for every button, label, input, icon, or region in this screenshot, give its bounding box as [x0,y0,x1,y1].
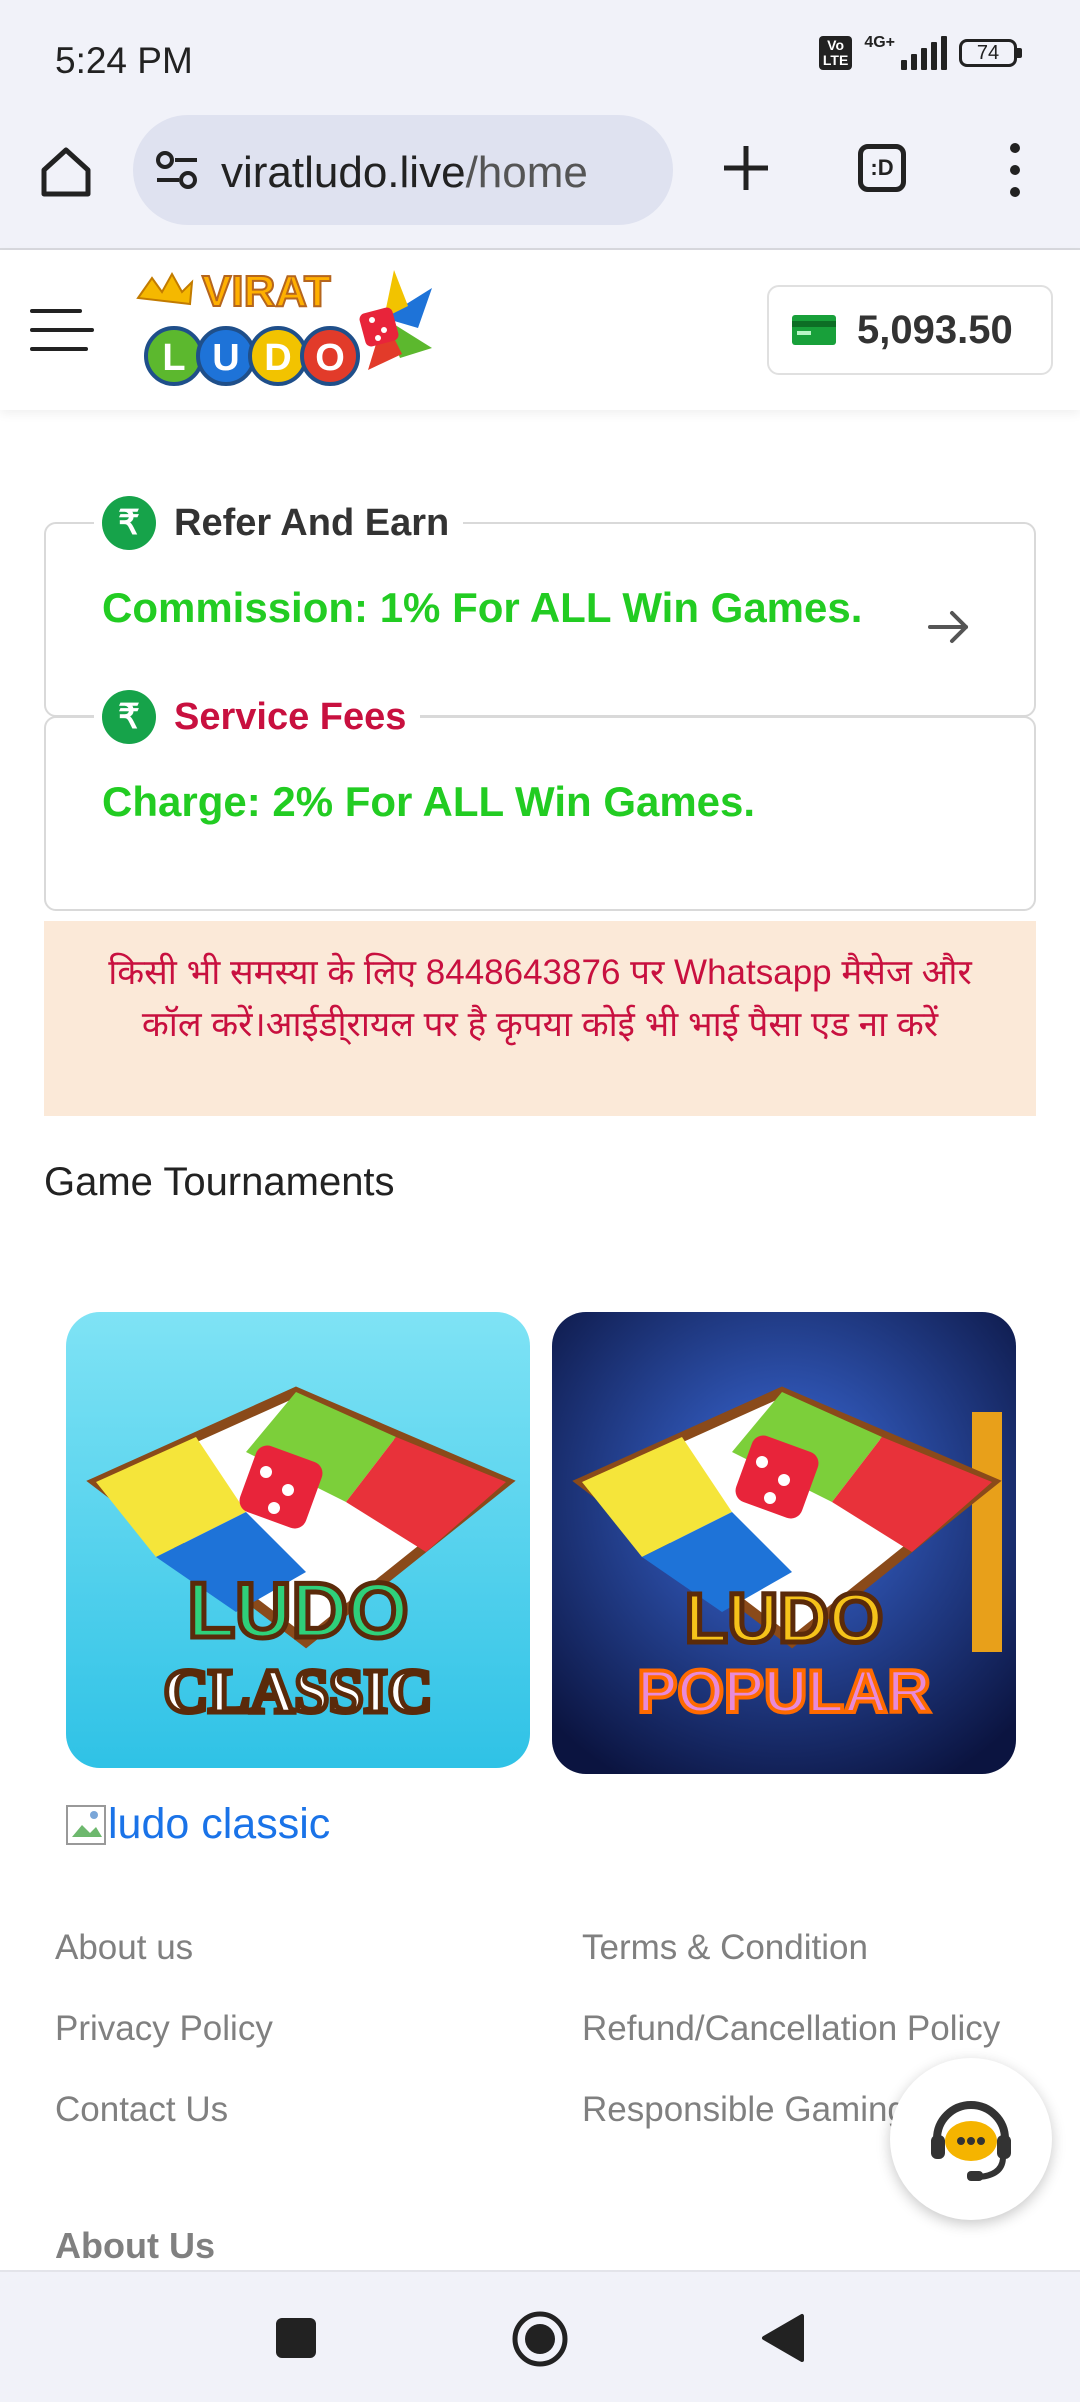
logo-pieces [359,270,432,370]
section-title: Game Tournaments [44,1160,395,1204]
tabs-icon[interactable]: :D [858,144,906,192]
ludo-classic-tile[interactable]: LUDO CLASSIC [66,1312,530,1768]
footer-link-about[interactable]: About us [55,1928,193,1968]
notice-banner: किसी भी समस्या के लिए 8448643876 पर What… [44,921,1036,1116]
logo-letter-d: D [264,337,291,379]
rupee-icon: ₹ [102,690,156,744]
refer-earn-legend: ₹ Refer And Earn [94,496,464,550]
broken-image-icon [66,1804,106,1845]
network-type: 4G+ [864,34,895,51]
footer-link-responsible[interactable]: Responsible Gaming [582,2090,907,2130]
logo-letter-u: U [212,337,239,379]
more-icon[interactable] [1000,140,1030,200]
battery-level: 74 [959,39,1017,67]
ludo-classic-image: LUDO CLASSIC [66,1312,530,1768]
wallet-balance[interactable]: 5,093.50 [767,285,1053,375]
broken-image-link[interactable]: ludo classic [64,1800,330,1849]
battery-icon: 74 [959,39,1022,67]
ludo-popular-image: LUDO POPULAR [552,1312,1016,1774]
status-indicators: Vo LTE 4G+ 74 [818,34,1022,70]
footer-link-terms[interactable]: Terms & Condition [582,1928,868,1968]
plus-icon[interactable] [718,140,774,196]
url-domain: viratludo.live [221,148,466,197]
status-bar: 5:24 PM Vo LTE 4G+ 74 [0,0,1080,110]
rupee-icon: ₹ [102,496,156,550]
footer-link-contact[interactable]: Contact Us [55,2090,228,2130]
ludo-popular-tile[interactable]: LUDO POPULAR [552,1312,1016,1774]
url-bar[interactable]: viratludo.live/home [133,115,673,225]
ludo-popular-title-2: POPULAR [637,1658,930,1725]
status-time: 5:24 PM [55,40,193,81]
broken-image-alt: ludo classic [108,1800,331,1848]
site-settings-icon[interactable] [155,150,199,190]
notice-line-1: किसी भी समस्या के लिए 8448643876 पर What… [108,953,972,992]
ludo-classic-title-2: CLASSIC [164,1658,433,1726]
logo-top-text: VIRAT [202,267,331,316]
service-fees-text: Charge: 2% For ALL Win Games. [102,778,756,825]
support-chat-icon [931,2101,1011,2181]
browser-toolbar: viratludo.live/home :D [0,110,1080,250]
hamburger-icon[interactable] [30,305,94,355]
notice-line-2: कॉल करें।आईडी्रायल पर है कृपया कोई भी भा… [141,1005,939,1044]
arrow-right-icon[interactable] [926,604,972,650]
site-logo[interactable]: VIRAT L U D O [132,258,452,408]
logo-letter-o: O [315,337,345,379]
site-header: VIRAT L U D O 5,093.50 [0,250,1080,410]
service-fees-legend: ₹ Service Fees [94,690,421,744]
refer-earn-title: Refer And Earn [174,501,450,544]
refer-commission-text: Commission: 1% For ALL Win Games. [102,584,863,631]
url-text: viratludo.live/home [221,148,588,198]
service-fees-card: ₹ Service Fees Charge: 2% For ALL Win Ga… [44,690,1036,911]
signal-icon [901,36,947,70]
home-icon[interactable] [36,142,96,202]
logo-letter-l: L [162,337,185,379]
footer-link-privacy[interactable]: Privacy Policy [55,2009,273,2049]
refer-earn-card[interactable]: ₹ Refer And Earn Commission: 1% For ALL … [44,496,1036,717]
footer-about-heading: About Us [55,2225,215,2266]
service-fees-title: Service Fees [174,695,407,738]
volte-icon: Vo LTE [818,36,853,70]
footer-link-refund[interactable]: Refund/Cancellation Policy [582,2009,1000,2049]
wallet-amount: 5,093.50 [857,307,1013,352]
support-chat-button[interactable] [890,2058,1052,2220]
nav-home-icon[interactable] [511,2310,569,2368]
nav-back-icon[interactable] [760,2312,806,2364]
wallet-icon [792,315,836,345]
url-path: /home [465,148,588,197]
nav-recents-icon[interactable] [274,2316,318,2360]
system-nav-bar [0,2270,1080,2402]
ludo-popular-title-1: LUDO [685,1579,883,1657]
ludo-classic-title-1: LUDO [188,1566,409,1654]
